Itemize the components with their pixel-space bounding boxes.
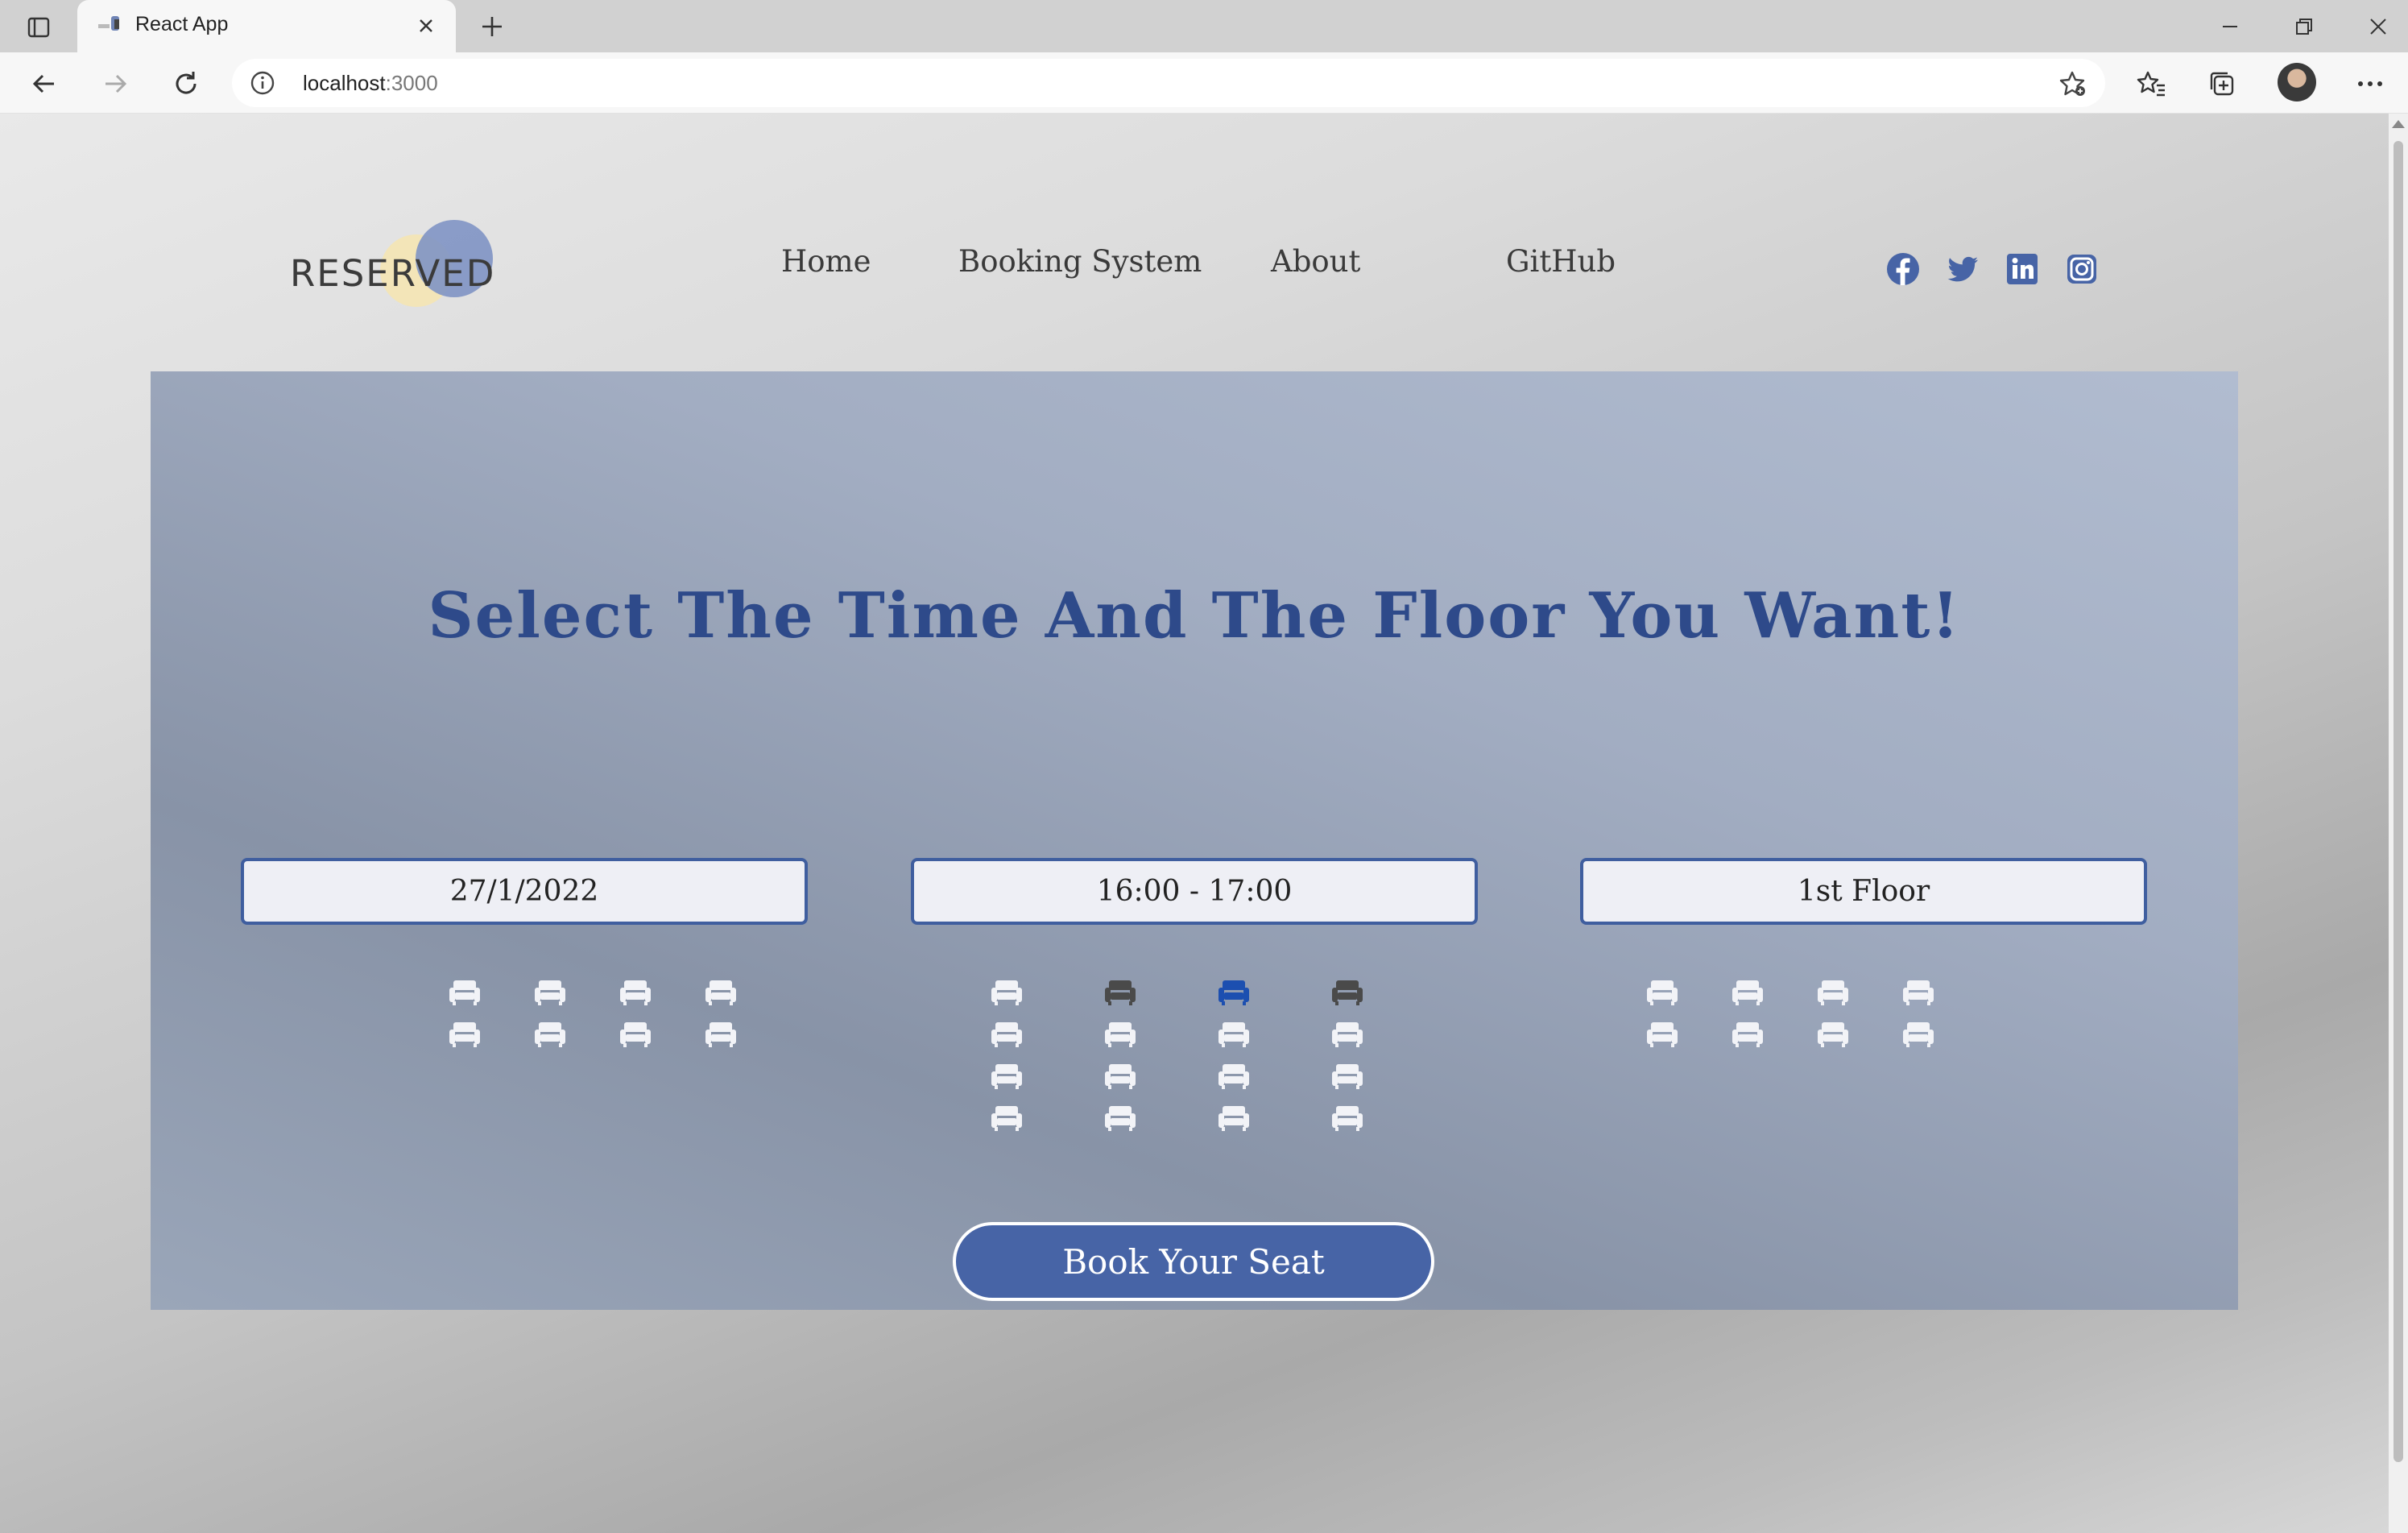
booking-panel: Select The Time And The Floor You Want! …: [151, 371, 2238, 1310]
tab-close-icon[interactable]: [412, 12, 440, 39]
booking-heading: Select The Time And The Floor You Want!: [428, 579, 1961, 653]
browser-tab[interactable]: React App: [77, 0, 456, 52]
scroll-up-arrow-icon[interactable]: [2392, 120, 2405, 128]
seat-icon-booked: [1104, 977, 1136, 1006]
seat-icon-available[interactable]: [705, 1019, 737, 1048]
url-host: localhost: [303, 71, 386, 95]
floor-select[interactable]: 1st Floor: [1580, 858, 2147, 925]
site-info-icon[interactable]: [250, 70, 275, 96]
favorites-icon[interactable]: [2133, 65, 2170, 102]
instagram-icon[interactable]: [2065, 252, 2099, 286]
seat-icon-available[interactable]: [1902, 977, 1934, 1006]
seat-icon-available[interactable]: [534, 1019, 566, 1048]
page-viewport: RESERVED Home Booking System About GitHu…: [0, 114, 2408, 1533]
nav-booking-system[interactable]: Booking System: [958, 244, 1202, 279]
facebook-icon[interactable]: [1886, 252, 1920, 286]
page-scrollbar[interactable]: [2389, 114, 2408, 1533]
book-your-seat-button[interactable]: Book Your Seat: [953, 1222, 1434, 1301]
nav-about[interactable]: About: [1271, 244, 1360, 279]
seat-icon-available[interactable]: [1218, 1061, 1250, 1090]
add-favorite-icon[interactable]: [2058, 69, 2087, 98]
new-tab-icon[interactable]: [475, 10, 509, 44]
restore-icon[interactable]: [2286, 8, 2323, 45]
time-select[interactable]: 16:00 - 17:00: [911, 858, 1478, 925]
profile-avatar[interactable]: [2278, 63, 2316, 102]
forward-icon[interactable]: [95, 64, 135, 104]
seat-icon-available[interactable]: [449, 977, 481, 1006]
seat-icon-available[interactable]: [619, 977, 652, 1006]
logo-text: RESERVED: [290, 252, 496, 295]
seat-icon-booked: [1331, 977, 1363, 1006]
react-app-favicon-icon: [98, 15, 122, 37]
reload-icon[interactable]: [166, 64, 206, 104]
seat-icon-available[interactable]: [619, 1019, 652, 1048]
seat-icon-available[interactable]: [991, 977, 1023, 1006]
seat-icon-available[interactable]: [449, 1019, 481, 1048]
reserved-logo[interactable]: RESERVED: [290, 218, 499, 307]
seat-icon-available[interactable]: [1646, 1019, 1678, 1048]
seat-icon-available[interactable]: [1104, 1061, 1136, 1090]
seat-icon-available[interactable]: [534, 977, 566, 1006]
address-bar[interactable]: localhost:3000: [232, 59, 2105, 107]
seat-icon-selected[interactable]: [1218, 977, 1250, 1006]
seat-icon-available[interactable]: [1646, 977, 1678, 1006]
url-port: :3000: [385, 71, 438, 95]
seat-icon-available[interactable]: [991, 1019, 1023, 1048]
seat-icon-available[interactable]: [705, 977, 737, 1006]
seat-icon-available[interactable]: [1732, 1019, 1764, 1048]
date-select[interactable]: 27/1/2022: [241, 858, 808, 925]
seat-icon-available[interactable]: [1331, 1019, 1363, 1048]
seat-icon-available[interactable]: [1817, 977, 1849, 1006]
seat-icon-available[interactable]: [991, 1103, 1023, 1132]
twitter-icon[interactable]: [1946, 252, 1980, 286]
tab-actions-icon[interactable]: [23, 11, 55, 44]
browser-tab-bar: React App: [0, 0, 2408, 52]
seat-icon-available[interactable]: [1817, 1019, 1849, 1048]
back-icon[interactable]: [24, 64, 64, 104]
minimize-icon[interactable]: [2211, 8, 2249, 45]
tab-title: React App: [135, 13, 229, 35]
nav-home[interactable]: Home: [781, 244, 871, 279]
collections-icon[interactable]: [2203, 65, 2240, 102]
seat-icon-available[interactable]: [1902, 1019, 1934, 1048]
seat-icon-available[interactable]: [1331, 1061, 1363, 1090]
seat-icon-available[interactable]: [1104, 1019, 1136, 1048]
nav-github[interactable]: GitHub: [1506, 244, 1616, 279]
browser-toolbar: localhost:3000: [0, 52, 2408, 114]
seat-icon-available[interactable]: [1331, 1103, 1363, 1132]
more-options-icon[interactable]: [2352, 65, 2389, 102]
url-text: localhost:3000: [303, 71, 438, 96]
seat-icon-available[interactable]: [1218, 1103, 1250, 1132]
seat-icon-available[interactable]: [991, 1061, 1023, 1090]
close-window-icon[interactable]: [2360, 8, 2397, 45]
scroll-thumb[interactable]: [2394, 141, 2403, 1462]
seat-icon-available[interactable]: [1218, 1019, 1250, 1048]
seat-icon-available[interactable]: [1732, 977, 1764, 1006]
linkedin-icon[interactable]: [2005, 252, 2039, 286]
seat-icon-available[interactable]: [1104, 1103, 1136, 1132]
